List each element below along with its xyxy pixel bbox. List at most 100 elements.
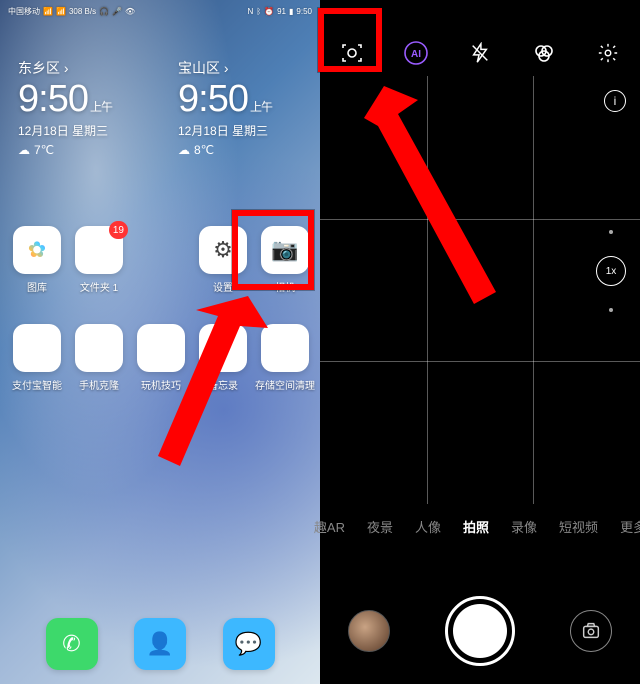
clock-ampm: 上午	[90, 100, 112, 114]
app-label: 文件夹 1	[80, 279, 118, 294]
app-tips[interactable]: i 玩机技巧	[132, 324, 190, 392]
clock-ampm: 上午	[250, 100, 272, 114]
gridline	[533, 76, 534, 504]
alarm-icon: ⏰	[264, 7, 274, 16]
app-notes[interactable]: ≡ 备忘录	[194, 324, 252, 392]
statusbar: 中国移动 📶 📶 308 B/s 🎧 🎤 👁 N ᛒ ⏰ 91 ▮ 9:50	[0, 0, 320, 22]
mode-night[interactable]: 夜景	[367, 517, 393, 536]
temp-label: 8℃	[194, 143, 214, 157]
filter-button[interactable]	[522, 33, 566, 73]
switch-camera-button[interactable]	[570, 610, 612, 652]
voice-icon: 🎤	[112, 7, 122, 16]
last-photo-thumbnail[interactable]	[348, 610, 390, 652]
phone-icon: ✆	[62, 631, 80, 657]
folder-icon: ▦	[89, 237, 110, 263]
dock-phone[interactable]: ✆	[43, 618, 101, 670]
app-label: 图库	[27, 279, 47, 294]
tips-icon: i	[159, 335, 164, 361]
mode-more[interactable]: 更多	[620, 517, 640, 536]
clock-time: 9:50	[18, 78, 88, 120]
app-label: 支付宝智能	[12, 377, 62, 392]
zoom-dot	[609, 230, 613, 234]
shutter-inner	[453, 604, 507, 658]
viewfinder[interactable]	[320, 76, 640, 504]
mode-portrait[interactable]: 人像	[415, 517, 441, 536]
gridline	[320, 219, 640, 220]
zoom-level[interactable]: 1x	[596, 256, 626, 286]
dual-clock-widget[interactable]: 东乡区 › 9:50上午 12月18日 星期三 ☁7℃ 宝山区 › 9:50上午…	[0, 58, 320, 157]
shutter-bar	[320, 596, 640, 666]
shutter-button[interactable]	[445, 596, 515, 666]
svg-text:AI: AI	[411, 49, 421, 60]
weather-icon: ☁	[18, 143, 30, 157]
app-label: 设置	[213, 279, 233, 294]
signal-icon: 📶	[56, 7, 66, 16]
battery-icon: ▮	[289, 7, 293, 16]
statusbar-time: 9:50	[296, 7, 312, 16]
mode-short[interactable]: 短视频	[559, 517, 598, 536]
town-block-0: 东乡区 › 9:50上午 12月18日 星期三 ☁ 7℃	[0, 58, 160, 157]
alipay-icon: 支	[26, 332, 48, 364]
temp-label: 7℃	[34, 143, 54, 157]
eye-icon: 👁	[125, 7, 135, 16]
gridline	[320, 361, 640, 362]
mode-ar[interactable]: 趣AR	[314, 517, 345, 536]
signal-icon: 📶	[43, 7, 53, 16]
nfc-icon: N	[248, 7, 254, 16]
zoom-dot	[609, 308, 613, 312]
flash-button[interactable]	[458, 33, 502, 73]
chevron-right-icon: ›	[224, 60, 229, 76]
headphones-icon: 🎧	[99, 7, 109, 16]
camera-settings-button[interactable]	[586, 33, 630, 73]
battery-label: 91	[277, 7, 286, 16]
storage-icon: ▭	[275, 335, 296, 361]
town-name: 宝山区	[178, 60, 220, 76]
town-name: 东乡区	[18, 60, 60, 76]
carrier-label: 中国移动	[8, 6, 40, 17]
clock-date: 12月18日 星期三	[178, 122, 320, 139]
homescreen: 中国移动 📶 📶 308 B/s 🎧 🎤 👁 N ᛒ ⏰ 91 ▮ 9:50 东…	[0, 0, 320, 684]
phone-clone-icon: ⇆	[90, 335, 108, 361]
weather-icon: ☁	[178, 143, 190, 157]
app-folder[interactable]: ▦ 19 文件夹 1	[70, 226, 128, 294]
chevron-right-icon: ›	[64, 60, 69, 76]
gridline	[427, 76, 428, 504]
contacts-icon: 👤	[146, 631, 173, 657]
app-phone-clone[interactable]: ⇆ 手机克隆	[70, 324, 128, 392]
clock-time: 9:50	[178, 78, 248, 120]
app-label: 存储空间清理	[255, 377, 315, 392]
app-camera[interactable]: 📷 相机	[256, 226, 314, 294]
dock-contacts[interactable]: 👤	[131, 618, 189, 670]
camera-app: AI i 1x	[320, 0, 640, 684]
clock-date: 12月18日 星期三	[18, 122, 160, 139]
netspeed-label: 308 B/s	[69, 7, 96, 16]
messages-icon: 💬	[235, 631, 262, 657]
gear-icon: ⚙	[213, 237, 233, 263]
gallery-icon: ✿	[28, 237, 46, 263]
ai-lens-button[interactable]	[330, 33, 374, 73]
app-settings[interactable]: ⚙ 设置	[194, 226, 252, 294]
camera-icon: 📷	[271, 237, 298, 263]
app-gallery[interactable]: ✿ 图库	[8, 226, 66, 294]
app-label: 玩机技巧	[141, 377, 181, 392]
zoom-scale[interactable]: 1x	[596, 230, 626, 312]
app-storage-cleaner[interactable]: ▭ 存储空间清理	[256, 324, 314, 392]
dock-messages[interactable]: 💬	[220, 618, 278, 670]
bluetooth-icon: ᛒ	[256, 7, 261, 16]
notes-icon: ≡	[217, 335, 230, 361]
mode-video[interactable]: 录像	[511, 517, 537, 536]
zoom-label: 1x	[606, 266, 617, 277]
app-row-1: ✿ 图库 ▦ 19 文件夹 1 ⚙ 设置 📷 相机	[0, 226, 320, 294]
info-button[interactable]: i	[604, 90, 626, 112]
mode-photo[interactable]: 拍照	[463, 517, 489, 536]
app-label: 备忘录	[208, 377, 238, 392]
camera-modes[interactable]: 趣AR 夜景 人像 拍照 录像 短视频 更多	[320, 506, 640, 546]
camera-topbar: AI	[320, 0, 640, 76]
info-icon: i	[614, 94, 617, 108]
ai-toggle-button[interactable]: AI	[394, 33, 438, 73]
app-label: 手机克隆	[79, 377, 119, 392]
town-block-1: 宝山区 › 9:50上午 12月18日 星期三 ☁ 8℃	[160, 58, 320, 157]
app-alipay[interactable]: 支 支付宝智能	[8, 324, 66, 392]
app-label: 相机	[275, 279, 295, 294]
dock: ✆ 👤 💬	[0, 618, 320, 670]
